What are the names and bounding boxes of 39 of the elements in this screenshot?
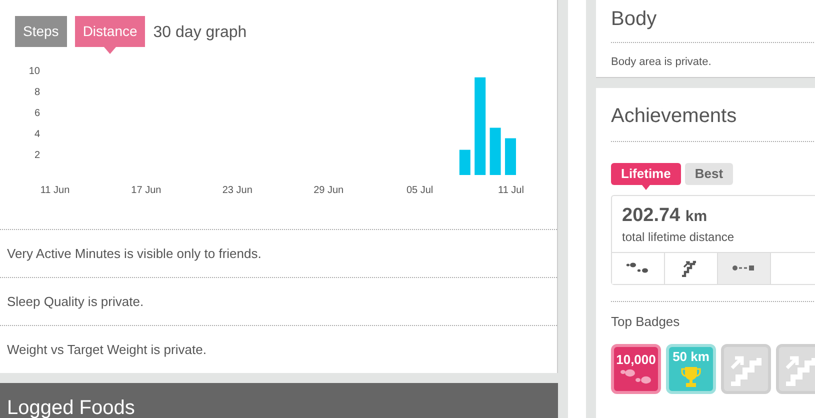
privacy-note: Weight vs Target Weight is private.: [7, 340, 206, 359]
bar: [490, 128, 501, 175]
stat-tab[interactable]: [612, 252, 665, 284]
stat-tab[interactable]: [718, 252, 771, 284]
x-tick-label: 05 Jul: [406, 185, 434, 195]
badge-label: 10,000: [616, 352, 656, 366]
privacy-note: Very Active Minutes is visible only to friends.: [7, 244, 262, 263]
footprints-icon: [619, 368, 653, 386]
x-tick-label: 11 Jul: [498, 185, 524, 195]
stat-value: 202.74 km: [622, 204, 708, 228]
badge[interactable]: 10,000: [611, 344, 661, 394]
y-tick-label: 4: [34, 129, 40, 140]
x-tick-label: 29 Jun: [314, 185, 344, 195]
privacy-note: Body area is private.: [611, 55, 712, 70]
section-title: Achievements: [611, 88, 815, 142]
x-tick-label: 17 Jun: [131, 185, 162, 195]
stat-caption: total lifetime distance: [622, 228, 736, 246]
section-title: Logged Foods: [7, 397, 135, 418]
tab-pointer: [104, 47, 116, 54]
badge-label: 50 km: [672, 350, 710, 363]
section-title: Body: [611, 0, 815, 43]
trophy-icon: [680, 364, 702, 389]
y-tick-label: 6: [34, 108, 40, 119]
graph-tab[interactable]: Steps: [15, 16, 67, 47]
badges-title: Top Badges: [611, 312, 681, 331]
privacy-note: Sleep Quality is private.: [7, 292, 144, 311]
y-tick-label: 2: [34, 150, 40, 161]
x-tick-label: 23 Jun: [222, 185, 252, 195]
badge[interactable]: 50 km: [666, 344, 716, 394]
bar: [505, 138, 516, 175]
footprints-icon: [625, 262, 651, 274]
bar: [459, 150, 470, 175]
achievement-tab[interactable]: Best: [684, 163, 734, 185]
y-tick-label: 8: [34, 87, 40, 98]
distance-icon: [732, 264, 756, 272]
tab-pointer: [642, 185, 650, 190]
x-tick-label: 11 Jun: [40, 185, 70, 195]
y-tick-label: 10: [28, 66, 40, 77]
graph-title: 30 day graph: [153, 23, 247, 43]
